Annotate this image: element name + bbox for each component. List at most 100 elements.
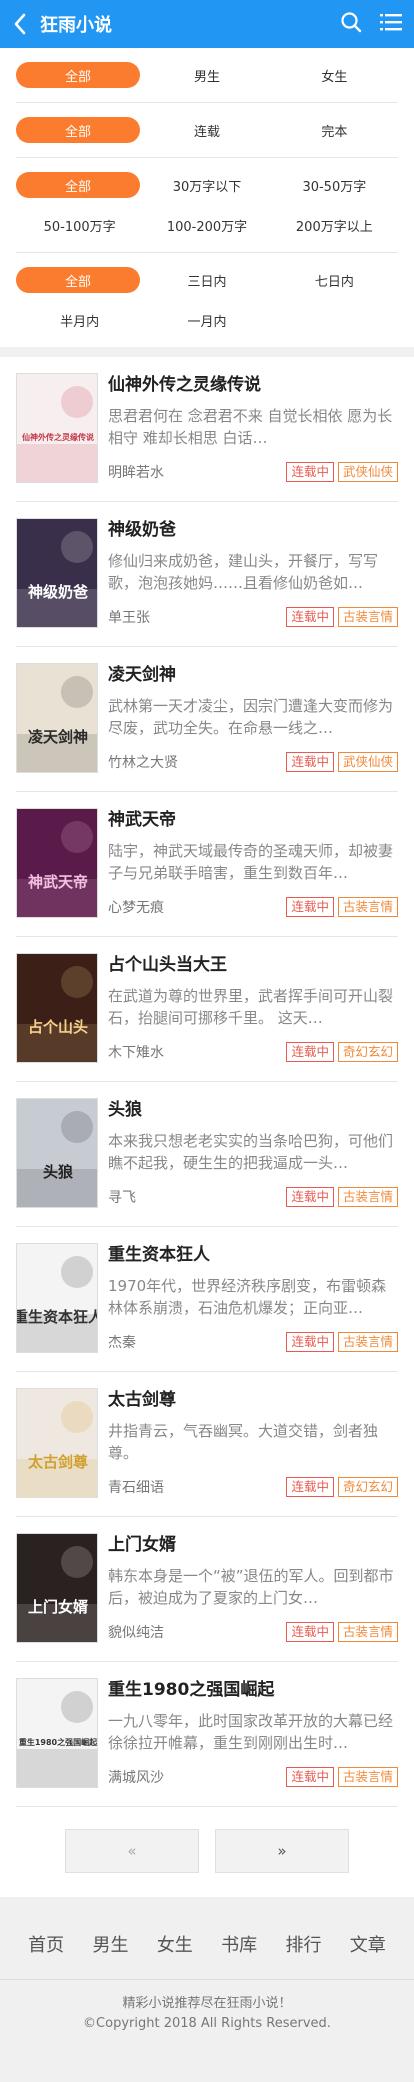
filter-panel: 全部 男生 女生 全部 连载 完本 全部 30万字以下 30-50万字 50-100万字 100-2…: [0, 48, 414, 347]
book-meta: 寻飞 连载中 古装言情: [108, 1186, 398, 1208]
book-meta: 心梦无痕 连载中 古装言情: [108, 896, 398, 918]
book-title[interactable]: 凌天剑神: [108, 663, 398, 687]
filter-option-selected[interactable]: 全部: [16, 62, 140, 88]
book-title[interactable]: 神级奶爸: [108, 518, 398, 542]
book-cover[interactable]: 神武天帝: [16, 808, 98, 918]
genre-badge[interactable]: 古装言情: [337, 1187, 398, 1207]
header-actions: [340, 0, 402, 48]
filter-option-selected[interactable]: 全部: [16, 172, 140, 198]
genre-badge[interactable]: 古装言情: [337, 1622, 398, 1642]
book-author: 心梦无痕: [108, 900, 164, 916]
pagination: « »: [0, 1807, 414, 1897]
book-item[interactable]: 神级奶爸 神级奶爸 修仙归来成奶爸，建山头，开餐厅，写写歌，泡泡孩她妈……且看修仙奶…: [16, 502, 398, 647]
filter-option[interactable]: 男生: [143, 62, 270, 88]
book-cover[interactable]: 头狼: [16, 1098, 98, 1208]
filter-option[interactable]: 30万字以下: [143, 172, 270, 198]
footer-nav-item[interactable]: 书库: [215, 1931, 263, 1957]
cover-title: 神级奶爸: [28, 583, 88, 601]
book-description: 思君君何在 念君君不来 自觉长相依 愿为长相守 难却长相思 白话…: [108, 407, 393, 447]
book-item[interactable]: 重生资本狂人重生资本狂人1970年代，世界经济秩序剧变，布雷顿森林体系崩溃，石油…: [16, 1227, 398, 1372]
book-meta: 满城风沙 连载中 古装言情: [108, 1766, 398, 1788]
genre-badge[interactable]: 古装言情: [337, 1332, 398, 1352]
filter-options: 全部 男生 女生: [16, 62, 398, 88]
cover-art: 仙神外传之灵缘传说: [17, 386, 97, 482]
book-title[interactable]: 头狼: [108, 1098, 398, 1122]
filter-option[interactable]: 50-100万字: [16, 212, 143, 238]
genre-badge[interactable]: 奇幻玄幻: [337, 1477, 398, 1497]
status-badge: 连载中: [286, 607, 334, 627]
book-item[interactable]: 上门女婿 上门女婿 韩东本身是一个“被”退伍的军人。回到都市后，被迫成为了夏家的上门…: [16, 1517, 398, 1662]
footer-slogan: 精彩小说推荐尽在狂雨小说！: [122, 1996, 292, 2011]
filter-option[interactable]: 半月内: [16, 307, 143, 333]
cover-art: 头狼: [17, 1111, 97, 1207]
back-button[interactable]: [0, 0, 40, 48]
bottom-spacer: [0, 2054, 414, 2082]
status-badge: 连载中: [286, 1187, 334, 1207]
book-item[interactable]: 占个山头 占个山头当大王 在武道为尊的世界里，武者挥手间可开山裂石，抬腿间可挪移千里…: [16, 937, 398, 1082]
footer-nav-item[interactable]: 文章: [344, 1931, 392, 1957]
book-cover[interactable]: 太古剑尊: [16, 1388, 98, 1498]
filter-row: 全部 30万字以下 30-50万字 50-100万字 100-200万字 200万字以上: [16, 158, 398, 253]
book-title[interactable]: 上门女婿: [108, 1533, 398, 1557]
book-title[interactable]: 神武天帝: [108, 808, 398, 832]
book-description: 修仙归来成奶爸，建山头，开餐厅，写写歌，泡泡孩她妈……且看修仙奶爸如…: [108, 552, 379, 592]
book-info: 上门女婿 韩东本身是一个“被”退伍的军人。回到都市后，被迫成为了夏家的上门女… 貌似…: [108, 1533, 398, 1643]
book-title[interactable]: 占个山头当大王: [108, 953, 398, 977]
cover-title: 神武天帝: [28, 873, 88, 891]
filter-option[interactable]: 三日内: [143, 267, 270, 293]
genre-badge[interactable]: 武侠仙侠: [337, 462, 398, 482]
book-cover[interactable]: 重生资本狂人: [16, 1243, 98, 1353]
book-description: 井指青云，气吞幽冥。大道交错，剑者独尊。: [108, 1422, 379, 1462]
filter-option[interactable]: 30-50万字: [271, 172, 398, 198]
book-title[interactable]: 重生资本狂人: [108, 1243, 398, 1267]
book-item[interactable]: 凌天剑神 凌天剑神 武林第一天才凌尘，因宗门遭逢大变而修为尽废，武功全失。在命悬一线…: [16, 647, 398, 792]
book-cover[interactable]: 上门女婿: [16, 1533, 98, 1643]
next-page-button[interactable]: »: [215, 1829, 349, 1873]
footer-nav-item[interactable]: 首页: [22, 1931, 70, 1957]
book-cover[interactable]: 神级奶爸: [16, 518, 98, 628]
book-meta: 单王张 连载中 古装言情: [108, 606, 398, 628]
book-item[interactable]: 重生1980之强国崛起 重生1980之强国崛起 一九八零年，此时国家改革开放的大幕已…: [16, 1662, 398, 1807]
book-title[interactable]: 太古剑尊: [108, 1388, 398, 1412]
genre-badge[interactable]: 古装言情: [337, 607, 398, 627]
list-menu-icon: [380, 14, 402, 31]
genre-badge[interactable]: 奇幻玄幻: [337, 1042, 398, 1062]
cover-art: 上门女婿: [17, 1546, 97, 1642]
prev-page-button[interactable]: «: [65, 1829, 199, 1873]
book-item[interactable]: 神武天帝 神武天帝 陆宇，神武天域最传奇的圣魂天师，却被妻子与兄弟联手暗害，重生到数…: [16, 792, 398, 937]
filter-option-selected[interactable]: 全部: [16, 117, 140, 143]
genre-badge[interactable]: 古装言情: [337, 897, 398, 917]
book-cover[interactable]: 凌天剑神: [16, 663, 98, 773]
cover-art: 重生1980之强国崛起: [17, 1691, 97, 1787]
footer-nav-item[interactable]: 女生: [151, 1931, 199, 1957]
book-cover[interactable]: 重生1980之强国崛起: [16, 1678, 98, 1788]
book-cover[interactable]: 占个山头: [16, 953, 98, 1063]
filter-option-selected[interactable]: 全部: [16, 267, 140, 293]
search-button[interactable]: [340, 11, 362, 37]
filter-option[interactable]: 100-200万字: [143, 212, 270, 238]
book-title[interactable]: 重生1980之强国崛起: [108, 1678, 398, 1702]
filter-options: 全部 连载 完本: [16, 117, 398, 143]
filter-option[interactable]: 200万字以上: [271, 212, 398, 238]
genre-badge[interactable]: 古装言情: [337, 1767, 398, 1787]
book-cover[interactable]: 仙神外传之灵缘传说: [16, 373, 98, 483]
book-item[interactable]: 头狼 头狼 本来我只想老老实实的当条哈巴狗，可他们瞧不起我，硬生生的把我逼成一头… 寻…: [16, 1082, 398, 1227]
cover-title: 占个山头: [28, 1018, 88, 1036]
footer-nav-item[interactable]: 排行: [279, 1931, 327, 1957]
footer-nav-item[interactable]: 男生: [86, 1931, 134, 1957]
cover-title: 仙神外传之灵缘传说: [22, 432, 94, 442]
filter-row: 全部 连载 完本: [16, 103, 398, 158]
book-item[interactable]: 太古剑尊 太古剑尊 井指青云，气吞幽冥。大道交错，剑者独尊。 青石细语 连载中 奇幻玄幻: [16, 1372, 398, 1517]
filter-option[interactable]: 完本: [271, 117, 398, 143]
book-meta: 木下雉水 连载中 奇幻玄幻: [108, 1041, 398, 1063]
filter-option[interactable]: 七日内: [271, 267, 398, 293]
book-meta: 青石细语 连载中 奇幻玄幻: [108, 1476, 398, 1498]
book-info: 重生1980之强国崛起 一九八零年，此时国家改革开放的大幕已经徐徐拉开帷幕，重生到…: [108, 1678, 398, 1788]
filter-option[interactable]: 连载: [143, 117, 270, 143]
filter-option[interactable]: 女生: [271, 62, 398, 88]
genre-badge[interactable]: 武侠仙侠: [337, 752, 398, 772]
book-title[interactable]: 仙神外传之灵缘传说: [108, 373, 398, 397]
filter-option[interactable]: 一月内: [143, 307, 270, 333]
book-item[interactable]: 仙神外传之灵缘传说 仙神外传之灵缘传说 思君君何在 念君君不来 自觉长相依 愿为长相…: [16, 357, 398, 502]
menu-button[interactable]: [380, 12, 402, 36]
